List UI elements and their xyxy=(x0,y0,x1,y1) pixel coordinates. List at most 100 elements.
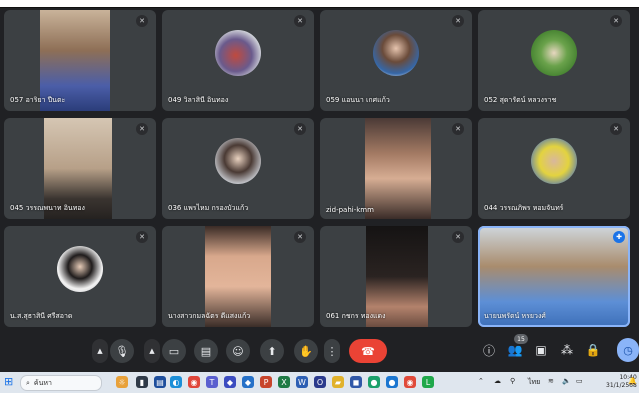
participant-name: 059 แอนนา เกศแก้ว xyxy=(326,96,390,104)
participant-name: 052 สุดารัตน์ หลวงราช xyxy=(484,96,557,104)
activities-icon[interactable]: ⁂ xyxy=(558,341,576,359)
participant-avatar xyxy=(215,138,261,185)
mic-toggle-button[interactable]: 🎙 xyxy=(110,339,134,363)
edge-icon[interactable]: ◐ xyxy=(170,376,182,388)
participant-tile[interactable]: ✕ 052 สุดารัตน์ หลวงราช xyxy=(478,10,630,111)
captions-button[interactable]: ▤ xyxy=(194,339,218,363)
microphone-icon: 🎙 xyxy=(115,344,129,358)
camera-toggle-button[interactable]: ▭ xyxy=(162,339,186,363)
battery-icon[interactable]: ▭ xyxy=(576,377,583,385)
folder-icon[interactable]: ▰ xyxy=(332,376,344,388)
participant-name: 061 กชกร ทองแดง xyxy=(326,312,386,320)
participant-avatar xyxy=(373,30,419,77)
app-icon[interactable]: ● xyxy=(368,376,380,388)
participant-tile[interactable]: ✕ 036 แพรไหม กรองบัวแก้ว xyxy=(162,118,314,219)
browser-top-strip xyxy=(0,0,639,8)
more-vert-icon: ⋮ xyxy=(326,344,338,358)
mic-muted-icon: ✕ xyxy=(452,231,464,243)
word-icon[interactable]: W xyxy=(296,376,308,388)
participant-name: 036 แพรไหม กรองบัวแก้ว xyxy=(168,204,249,212)
info-icon[interactable]: ⓘ xyxy=(480,341,498,359)
host-controls-icon[interactable]: 🔒 xyxy=(584,341,602,359)
timer-button[interactable]: ◷ xyxy=(617,338,639,362)
file-explorer-icon[interactable]: ▤ xyxy=(154,376,166,388)
language-indicator[interactable]: ไทย xyxy=(528,377,540,388)
participant-avatar xyxy=(215,30,261,77)
participant-tile[interactable]: ✕ 045 วรรณพนาท อินทอง xyxy=(4,118,156,219)
participant-avatar xyxy=(531,30,577,77)
wifi-icon[interactable]: ≋ xyxy=(548,377,554,385)
windows-start-icon[interactable]: ⊞ xyxy=(4,376,16,388)
more-options-button[interactable]: ⋮ xyxy=(324,339,340,363)
location-icon[interactable]: ⚲ xyxy=(510,377,515,385)
participant-count-badge: 15 xyxy=(514,334,528,344)
meeting-controls: ▲ 🎙 ▲ ▭ ▤ ☺ ⬆ ✋ ⋮ ☎ ⓘ 👥 ▣ ⁂ 🔒 xyxy=(0,333,639,371)
chat-icon[interactable]: ▣ xyxy=(532,341,550,359)
participant-name: 045 วรรณพนาท อินทอง xyxy=(10,204,85,212)
participant-name: 044 วรรณภิพร หอมจันทร์ xyxy=(484,204,564,212)
app-icon[interactable]: ◆ xyxy=(242,376,254,388)
cloud-icon[interactable]: ☁ xyxy=(494,377,501,385)
participant-tile[interactable]: ✕ 059 แอนนา เกศแก้ว xyxy=(320,10,472,111)
excel-icon[interactable]: X xyxy=(278,376,290,388)
mic-muted-icon: ✕ xyxy=(610,15,622,27)
widgets-icon[interactable]: ☼ xyxy=(116,376,128,388)
participant-name: zid-pahi-kmm xyxy=(326,206,374,214)
participant-tile[interactable]: ✕ 061 กชกร ทองแดง xyxy=(320,226,472,327)
participant-tile[interactable]: ✕ 057 อาริยา ปีนตะ xyxy=(4,10,156,111)
raise-hand-button[interactable]: ✋ xyxy=(294,339,318,363)
taskbar-search[interactable]: ⌕ ค้นหา xyxy=(20,375,102,391)
volume-icon[interactable]: 🔈 xyxy=(562,377,571,385)
mic-options-button[interactable]: ▲ xyxy=(92,339,108,363)
present-button[interactable]: ⬆ xyxy=(260,339,284,363)
line-icon[interactable]: L xyxy=(422,376,434,388)
mic-muted-icon: ✕ xyxy=(136,123,148,135)
participant-name: 057 อาริยา ปีนตะ xyxy=(10,96,66,104)
reactions-button[interactable]: ☺ xyxy=(226,339,250,363)
participant-avatar xyxy=(531,138,577,185)
powerpoint-icon[interactable]: P xyxy=(260,376,272,388)
leave-call-button[interactable]: ☎ xyxy=(349,339,387,363)
mic-muted-icon: ✕ xyxy=(452,123,464,135)
chrome-icon[interactable]: ◉ xyxy=(188,376,200,388)
teams-icon[interactable]: T xyxy=(206,376,218,388)
app-icon[interactable]: ● xyxy=(386,376,398,388)
participant-avatar xyxy=(57,246,103,293)
mic-muted-icon: ✕ xyxy=(610,123,622,135)
participant-tile[interactable]: ✕ 049 วิลาสินี อินทอง xyxy=(162,10,314,111)
app-icon[interactable]: ◆ xyxy=(224,376,236,388)
participant-tile[interactable]: ✕ zid-pahi-kmm xyxy=(320,118,472,219)
app-icon[interactable]: ◼ xyxy=(350,376,362,388)
chevron-up-icon[interactable]: ⌃ xyxy=(478,377,484,385)
phone-hangup-icon: ☎ xyxy=(361,344,375,358)
present-screen-icon: ⬆ xyxy=(267,344,277,358)
search-placeholder: ค้นหา xyxy=(33,378,52,387)
participant-tile-active-speaker[interactable]: ✚ นายนพรัตน์ หรยวงศ์ xyxy=(478,226,630,327)
outlook-icon[interactable]: O xyxy=(314,376,326,388)
participant-tile[interactable]: ✕ น.ส.สุธาสินี ศรีสอาด xyxy=(4,226,156,327)
mic-muted-icon: ✕ xyxy=(294,231,306,243)
search-icon: ⌕ xyxy=(26,378,30,387)
participant-tile[interactable]: ✕ นางสาวกมลฉัตร ดีแสงแก้ว xyxy=(162,226,314,327)
participant-name: น.ส.สุธาสินี ศรีสอาด xyxy=(10,312,73,320)
participant-name: 049 วิลาสินี อินทอง xyxy=(168,96,229,104)
emoji-icon: ☺ xyxy=(232,344,244,358)
participant-name: นายนพรัตน์ หรยวงศ์ xyxy=(484,312,546,320)
mic-muted-icon: ✕ xyxy=(294,15,306,27)
camera-icon: ▭ xyxy=(168,344,180,358)
windows-taskbar: ⊞ ⌕ ค้นหา ☼ ▮ ▤ ◐ ◉ T ◆ ◆ P X W O ▰ ◼ ● … xyxy=(0,372,639,393)
task-view-icon[interactable]: ▮ xyxy=(136,376,148,388)
chevron-up-icon: ▲ xyxy=(97,347,103,355)
pin-icon[interactable]: ✚ xyxy=(613,231,625,243)
chrome-icon[interactable]: ◉ xyxy=(404,376,416,388)
notification-bell-icon[interactable]: 🔔 xyxy=(628,377,637,385)
captions-icon: ▤ xyxy=(200,344,212,358)
camera-options-button[interactable]: ▲ xyxy=(144,339,160,363)
chevron-up-icon: ▲ xyxy=(149,347,155,355)
participant-name: นางสาวกมลฉัตร ดีแสงแก้ว xyxy=(168,312,251,320)
mic-muted-icon: ✕ xyxy=(136,15,148,27)
mic-muted-icon: ✕ xyxy=(136,231,148,243)
mic-muted-icon: ✕ xyxy=(294,123,306,135)
participant-tile[interactable]: ✕ 044 วรรณภิพร หอมจันทร์ xyxy=(478,118,630,219)
participant-video xyxy=(365,118,431,219)
